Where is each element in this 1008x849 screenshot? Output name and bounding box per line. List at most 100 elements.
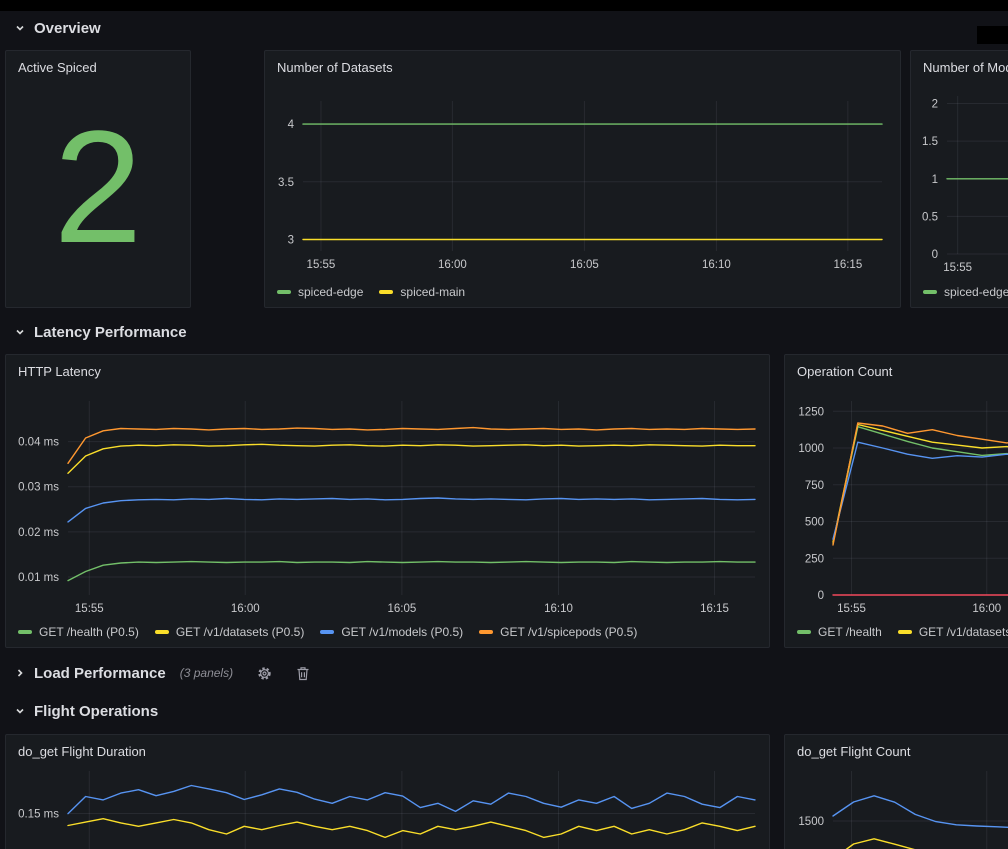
svg-text:1.5: 1.5 xyxy=(922,136,938,148)
panel-number-of-datasets: Number of Datasets 3 3.5 4 15:55 16:00 16:05 1… xyxy=(264,50,901,308)
panel-http-latency: HTTP Latency 0.01 ms 0.02 ms 0.03 ms 0.04 m… xyxy=(5,354,770,648)
legend-label: spiced-main xyxy=(400,285,465,299)
svg-text:0.04 ms: 0.04 ms xyxy=(18,437,59,449)
svg-text:0.01 ms: 0.01 ms xyxy=(18,572,59,584)
trash-icon[interactable] xyxy=(296,666,310,681)
num-datasets-chart[interactable]: 3 3.5 4 15:55 16:00 16:05 16:10 16:15 xyxy=(265,51,900,307)
stat-value: 2 xyxy=(6,51,190,307)
section-title-overview: Overview xyxy=(34,20,101,37)
legend-marker xyxy=(479,630,493,634)
panel-title[interactable]: Active Spiced xyxy=(18,60,97,75)
panel-do-get-flight-count: do_get Flight Count 05001000150015:5516:… xyxy=(784,734,1008,849)
legend-marker xyxy=(923,290,937,294)
chevron-down-icon xyxy=(14,22,26,34)
svg-text:1: 1 xyxy=(932,174,938,186)
top-right-black-block xyxy=(977,26,1008,44)
legend-marker xyxy=(379,290,393,294)
grafana-dashboard: Overview Active Spiced 2 Number of Datas… xyxy=(0,0,1008,849)
panel-active-spiced: Active Spiced 2 xyxy=(5,50,191,308)
legend-marker xyxy=(320,630,334,634)
chevron-right-icon xyxy=(14,667,26,679)
legend-item[interactable]: GET /v1/spicepods (P0.5) xyxy=(479,625,637,639)
panel-title[interactable]: HTTP Latency xyxy=(18,364,101,379)
panel-operation-count: Operation Count 0 250 500 750 1000 1250 15:55 1… xyxy=(784,354,1008,648)
legend-marker xyxy=(18,630,32,634)
svg-text:1000: 1000 xyxy=(798,443,824,455)
legend-label: GET /v1/spicepods (P0.5) xyxy=(500,625,637,639)
chevron-down-icon xyxy=(14,705,26,717)
operation-count-chart[interactable]: 02505007501000125015:5516:0016:0516:1016… xyxy=(785,355,1008,647)
section-panels-count: (3 panels) xyxy=(180,666,233,680)
legend-item[interactable]: GET /health (P0.5) xyxy=(18,625,139,639)
svg-text:16:00: 16:00 xyxy=(972,603,1001,615)
panel-title[interactable]: do_get Flight Duration xyxy=(18,744,146,759)
svg-text:750: 750 xyxy=(805,480,824,492)
top-black-bar xyxy=(0,0,1008,11)
section-header-latency-performance[interactable]: Latency Performance xyxy=(14,321,187,343)
svg-text:15:55: 15:55 xyxy=(837,603,866,615)
svg-text:500: 500 xyxy=(805,517,824,529)
legend: GET /health GET /v1/datasets xyxy=(797,625,1008,639)
legend-item[interactable]: GET /v1/datasets (P0.5) xyxy=(155,625,305,639)
panel-title[interactable]: Number of Datasets xyxy=(277,60,393,75)
legend-label: spiced-edge xyxy=(944,285,1008,299)
svg-text:1250: 1250 xyxy=(798,406,824,418)
svg-text:15:55: 15:55 xyxy=(307,259,336,271)
svg-text:16:05: 16:05 xyxy=(570,259,599,271)
svg-text:1500: 1500 xyxy=(798,816,824,828)
legend-item[interactable]: GET /health xyxy=(797,625,882,639)
panel-number-of-models: Number of Models 00.511.5215:5516:0016:0… xyxy=(910,50,1008,308)
svg-text:0: 0 xyxy=(932,249,938,261)
legend: spiced-edge spiced-main xyxy=(277,285,465,299)
legend-marker xyxy=(797,630,811,634)
legend-item[interactable]: spiced-edge xyxy=(923,285,1008,299)
legend-label: GET /v1/datasets xyxy=(919,625,1008,639)
http-latency-chart[interactable]: 0.01 ms 0.02 ms 0.03 ms 0.04 ms 15:55 16:00 16… xyxy=(6,355,769,647)
svg-text:16:15: 16:15 xyxy=(700,603,729,615)
svg-text:16:10: 16:10 xyxy=(544,603,573,615)
svg-text:0.02 ms: 0.02 ms xyxy=(18,527,59,539)
svg-text:15:55: 15:55 xyxy=(75,603,104,615)
svg-text:16:00: 16:00 xyxy=(438,259,467,271)
legend-marker xyxy=(155,630,169,634)
svg-text:250: 250 xyxy=(805,553,824,565)
legend: spiced-edge xyxy=(923,285,1008,299)
section-header-overview[interactable]: Overview xyxy=(14,17,101,39)
legend: GET /health (P0.5) GET /v1/datasets (P0.5… xyxy=(18,625,637,639)
gear-icon[interactable] xyxy=(257,666,272,681)
svg-text:16:05: 16:05 xyxy=(387,603,416,615)
legend-label: GET /health (P0.5) xyxy=(39,625,139,639)
svg-text:3: 3 xyxy=(288,234,294,246)
legend-item[interactable]: spiced-main xyxy=(379,285,465,299)
svg-text:3.5: 3.5 xyxy=(278,177,294,189)
svg-text:0.5: 0.5 xyxy=(922,211,938,223)
section-title-latency-performance: Latency Performance xyxy=(34,324,187,341)
svg-text:16:15: 16:15 xyxy=(833,259,862,271)
section-title-load-performance: Load Performance xyxy=(34,665,166,682)
legend-marker xyxy=(277,290,291,294)
panel-title[interactable]: Operation Count xyxy=(797,364,892,379)
legend-marker xyxy=(898,630,912,634)
section-header-load-performance[interactable]: Load Performance (3 panels) xyxy=(14,662,310,684)
legend-item[interactable]: spiced-edge xyxy=(277,285,363,299)
chevron-down-icon xyxy=(14,326,26,338)
section-title-flight-operations: Flight Operations xyxy=(34,703,158,720)
legend-label: GET /health xyxy=(818,625,882,639)
svg-text:0.03 ms: 0.03 ms xyxy=(18,482,59,494)
svg-text:15:55: 15:55 xyxy=(943,262,972,274)
section-header-flight-operations[interactable]: Flight Operations xyxy=(14,700,158,722)
panel-title[interactable]: Number of Models xyxy=(923,60,1008,75)
panel-do-get-flight-duration: do_get Flight Duration 0.15 ms15:5516:00… xyxy=(5,734,770,849)
legend-label: GET /v1/datasets (P0.5) xyxy=(176,625,305,639)
num-models-chart[interactable]: 00.511.5215:5516:0016:0516:1016:15 xyxy=(911,51,1008,307)
legend-item[interactable]: GET /v1/models (P0.5) xyxy=(320,625,463,639)
svg-text:0.15 ms: 0.15 ms xyxy=(18,809,59,821)
svg-text:16:00: 16:00 xyxy=(231,603,260,615)
svg-text:16:10: 16:10 xyxy=(702,259,731,271)
legend-item[interactable]: GET /v1/datasets xyxy=(898,625,1008,639)
legend-label: spiced-edge xyxy=(298,285,363,299)
svg-text:0: 0 xyxy=(818,590,824,602)
svg-text:4: 4 xyxy=(288,119,295,131)
panel-title[interactable]: do_get Flight Count xyxy=(797,744,910,759)
legend-label: GET /v1/models (P0.5) xyxy=(341,625,463,639)
